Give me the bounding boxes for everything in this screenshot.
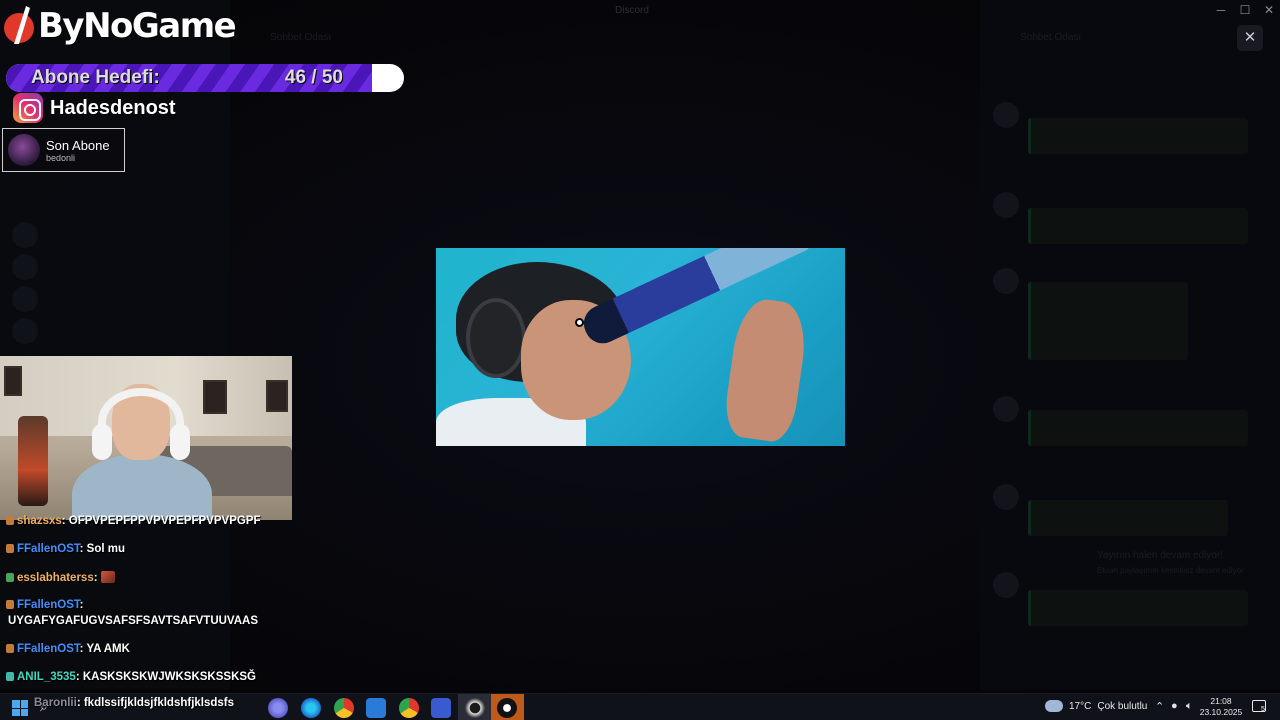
right-channel-title: Sohbet Odası xyxy=(1020,32,1082,43)
subscriber-goal-label: Abone Hedefi: xyxy=(31,67,160,88)
stream-scene: Sohbet Odası Sohbet Odası Yayının halen … xyxy=(0,0,1280,720)
emote-icon xyxy=(100,571,115,583)
server-icon xyxy=(12,318,38,344)
ghost-message xyxy=(1028,410,1248,446)
logo-mark-icon xyxy=(4,6,34,44)
chat-username: FFallenOST xyxy=(17,599,80,611)
chat-text: Sol mu xyxy=(86,543,125,555)
chat-username: ANIL_3535 xyxy=(17,671,76,683)
clock[interactable]: 21:08 23.10.2025 xyxy=(1199,696,1243,718)
chat-message: FFallenOST: xyxy=(6,599,83,611)
ghost-message xyxy=(1028,118,1248,154)
notification-count: 5 xyxy=(1261,706,1265,713)
chat-message: esslabhaterss: xyxy=(6,571,115,584)
sub-badge-icon xyxy=(6,516,14,525)
last-subscriber-title: Son Abone xyxy=(46,137,110,153)
headphones-icon xyxy=(466,298,526,378)
bynogame-logo: ByNoGame xyxy=(2,4,237,48)
mouse-cursor-icon xyxy=(575,318,584,327)
chat-message: shazsxs: OFPVPEPFPPVPVPEPFPVPVPGPF xyxy=(6,515,261,527)
clock-time: 21:08 xyxy=(1210,696,1232,706)
avatar xyxy=(993,192,1019,218)
start-button[interactable] xyxy=(12,700,28,716)
webcam-feed xyxy=(0,356,292,520)
app-icon[interactable] xyxy=(431,698,451,718)
obs-icon[interactable] xyxy=(465,698,485,718)
window-title: Discord xyxy=(615,5,649,16)
app-icon[interactable] xyxy=(366,698,386,718)
sub-badge-icon xyxy=(6,544,14,553)
server-icon xyxy=(12,286,38,312)
chat-text: OFPVPEPFPPVPVPEPFPVPVPGPF xyxy=(68,515,261,527)
toast-body: Ekran paylaşımın kesintisiz devam ediyor xyxy=(1097,566,1244,575)
chat-text: fkdlssifjkldsjfkldshfjklsdsfs xyxy=(83,697,235,709)
avatar xyxy=(993,268,1019,294)
left-channel-title: Sohbet Odası xyxy=(270,32,332,43)
avatar xyxy=(993,102,1019,128)
chat-username: Baronlii xyxy=(34,697,77,709)
clock-date: 23.10.2025 xyxy=(1199,707,1243,717)
subscriber-goal-count: 46 / 50 xyxy=(284,67,343,88)
close-window-button[interactable]: ✕ xyxy=(1257,3,1280,17)
chat-text: YA AMK xyxy=(86,643,130,655)
weather-temp: 17°C xyxy=(1069,700,1092,712)
subscriber-goal-bar: Abone Hedefi: 46 / 50 xyxy=(6,64,404,92)
sub-badge-icon xyxy=(6,573,14,582)
toast-title: Yayının halen devam ediyor! xyxy=(1097,550,1224,561)
ghost-message xyxy=(1028,590,1248,626)
ghost-message xyxy=(1028,500,1228,536)
streamer xyxy=(72,384,212,520)
chevron-up-icon[interactable]: ⌃ xyxy=(1155,700,1164,713)
avatar xyxy=(8,134,40,166)
volume-icon[interactable]: 🔈︎ xyxy=(1186,700,1193,713)
app-icon[interactable] xyxy=(268,698,288,718)
chat-username: esslabhaterss xyxy=(17,572,94,584)
sub-badge-icon xyxy=(6,600,14,609)
chat-ticker: Baronlii: fkdlssifjkldsjfkldshfjklsdsfs xyxy=(34,697,235,709)
server-icon xyxy=(12,222,38,248)
app-icon[interactable] xyxy=(497,698,517,718)
microphone xyxy=(18,416,48,506)
wall-poster xyxy=(203,380,227,414)
chat-username: shazsxs xyxy=(17,515,62,527)
chat-username: FFallenOST xyxy=(17,543,80,555)
chat-username: FFallenOST xyxy=(17,643,80,655)
sub-badge-icon xyxy=(6,644,14,653)
sub-badge-icon xyxy=(6,672,14,681)
weather-widget[interactable]: 17°C Çok bulutlu xyxy=(1045,700,1147,712)
weather-condition: Çok bulutlu xyxy=(1097,700,1148,712)
last-subscriber-name: bedonli xyxy=(46,152,76,163)
last-subscriber-widget: Son Abone bedonli xyxy=(2,128,125,172)
edge-icon[interactable] xyxy=(301,698,321,718)
logo-text: ByNoGame xyxy=(38,6,237,46)
instagram-icon xyxy=(13,93,43,123)
chat-message: FFallenOST: Sol mu xyxy=(6,543,125,555)
wall-poster xyxy=(4,366,22,396)
chat-message: FFallenOST: YA AMK xyxy=(6,643,130,655)
instagram-handle: Hadesdenost xyxy=(13,93,176,123)
chat-message-continued: UYGAFYGAFUGVSAFSFSAVTSAFVTUUVAAS xyxy=(8,615,258,627)
microphone-icon[interactable]: ● xyxy=(1171,700,1178,712)
instagram-name: Hadesdenost xyxy=(50,96,176,119)
avatar xyxy=(993,396,1019,422)
chat-text: KASKSKSKWJWKSKSKSSKSĞ xyxy=(82,671,257,683)
wall-poster xyxy=(266,380,288,412)
chat-text: UYGAFYGAFUGVSAFSFSAVTSAFVTUUVAAS xyxy=(8,615,259,627)
ghost-message xyxy=(1028,282,1188,360)
ghost-message xyxy=(1028,208,1248,244)
avatar xyxy=(993,572,1019,598)
server-icon xyxy=(12,254,38,280)
chrome-icon[interactable] xyxy=(334,698,354,718)
maximize-button[interactable]: ☐ xyxy=(1233,3,1257,17)
avatar xyxy=(993,484,1019,510)
minimize-button[interactable]: ─ xyxy=(1209,3,1233,17)
close-viewer-button[interactable]: ✕ xyxy=(1237,25,1263,51)
media-viewer-image[interactable] xyxy=(436,248,845,446)
cloud-icon xyxy=(1045,700,1063,712)
chrome-icon[interactable] xyxy=(399,698,419,718)
chat-message: ANIL_3535: KASKSKSKWJWKSKSKSSKSĞ xyxy=(6,671,256,683)
